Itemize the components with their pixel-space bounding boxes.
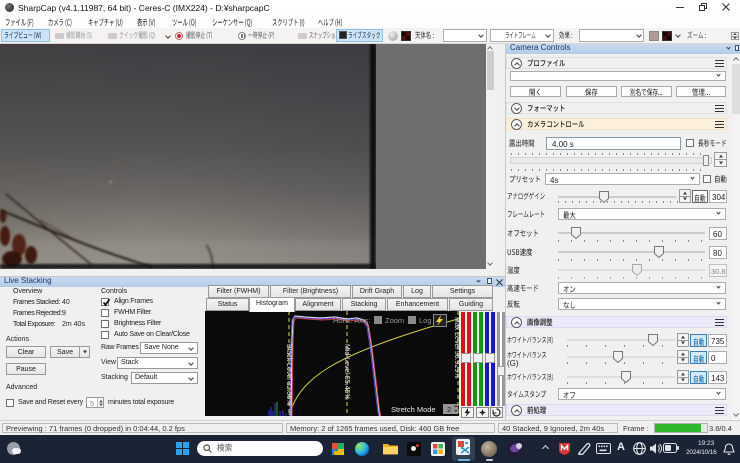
- svg-text:Log: Log: [419, 316, 432, 325]
- svg-text:Stretch Mode: Stretch Mode: [391, 405, 436, 414]
- svg-text:Mid Level 55.45%: Mid Level 55.45%: [343, 344, 350, 400]
- svg-text:2: 2: [447, 405, 451, 414]
- svg-text:Zoom: Zoom: [385, 316, 404, 325]
- svg-text:Black Level 32.96%: Black Level 32.96%: [285, 344, 292, 405]
- svg-text:Horiz. Axis:: Horiz. Axis:: [333, 316, 371, 325]
